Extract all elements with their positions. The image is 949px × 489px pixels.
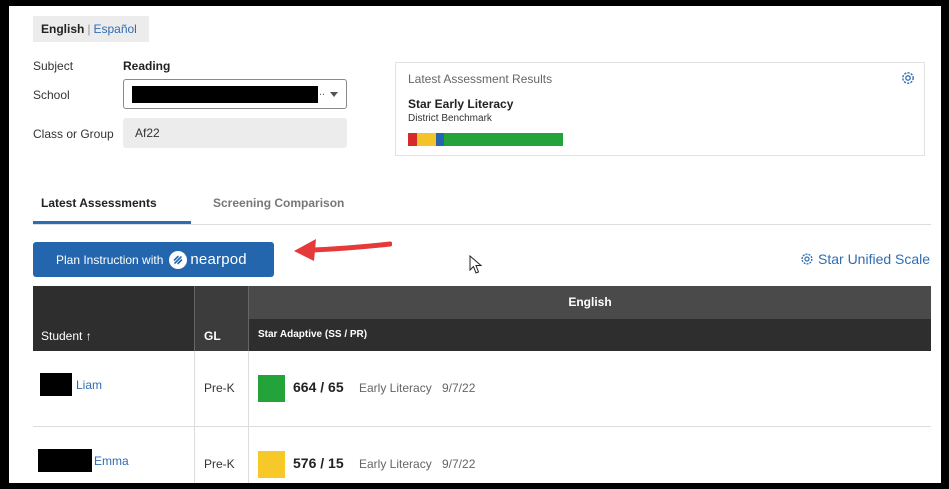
column-gl[interactable]: GL [194,286,248,351]
tab-screening-comparison[interactable]: Screening Comparison [213,196,344,210]
language-spanish[interactable]: Español [93,22,136,36]
benchmark-segment [417,133,436,146]
redacted-last-name [40,373,72,396]
benchmark-label: District Benchmark [408,113,492,124]
sort-up-arrow-icon: ↑ [85,329,92,343]
plan-button-label: Plan Instruction with [56,252,164,267]
column-group-english: English [248,286,931,319]
benchmark-segment [435,133,444,146]
school-select[interactable]: .. [123,79,347,109]
score-cell: 576 / 15 Early Literacy 9/7/22 [248,427,931,483]
nearpod-logo: nearpod [169,250,247,269]
latest-results-card: Latest Assessment Results Star Early Lit… [395,62,925,156]
class-field: Af22 [123,118,347,148]
score-value[interactable]: 576 / 15 [293,455,344,471]
grade-level-cell: Pre-K [194,351,248,426]
redacted-school-name [132,86,318,103]
class-label: Class or Group [33,127,114,141]
score-color-swatch [258,375,285,402]
grade-level: Pre-K [204,381,235,395]
score-cell: 664 / 65 Early Literacy 9/7/22 [248,351,931,426]
scale-link-label: Star Unified Scale [818,251,931,267]
table-row: Liam Pre-K 664 / 65 Early Literacy 9/7/2… [33,351,931,427]
subject-label: Subject [33,59,74,73]
subject-value: Reading [123,59,171,73]
nearpod-logo-text: nearpod [190,251,247,268]
student-cell: Emma [33,427,194,483]
app-frame: English | Español Subject Reading School .… [9,6,941,483]
score-color-swatch [258,451,285,478]
tab-latest-assessments[interactable]: Latest Assessments [41,196,157,210]
test-date: 9/7/22 [442,381,476,395]
language-toggle: English | Español [33,16,149,42]
student-name-link[interactable]: Emma [94,454,129,468]
column-student[interactable]: Student ↑ [33,286,194,351]
school-ellipsis: .. [319,86,326,98]
annotation-arrow-icon [294,239,392,261]
assessment-name: Star Early Literacy [408,97,514,111]
column-student-label: Student [41,329,83,343]
mouse-cursor-icon [469,255,483,274]
nearpod-logo-icon [169,250,188,269]
school-label: School [33,88,70,102]
language-separator: | [87,22,91,36]
table-header: Student ↑ GL English Star Adaptive (SS /… [33,286,931,351]
students-table: Student ↑ GL English Star Adaptive (SS /… [33,286,931,483]
chevron-down-icon [330,92,338,97]
redacted-last-name [38,449,92,472]
score-value[interactable]: 664 / 65 [293,379,344,395]
test-date: 9/7/22 [442,457,476,471]
student-name-link[interactable]: Liam [76,378,102,392]
column-star-adaptive[interactable]: Star Adaptive (SS / PR) [248,319,931,351]
grade-level-cell: Pre-K [194,427,248,483]
grade-level: Pre-K [204,457,235,471]
benchmark-segment [443,133,563,146]
student-cell: Liam [33,351,194,426]
star-unified-scale-link[interactable]: Star Unified Scale [800,251,930,267]
plan-instruction-button[interactable]: Plan Instruction with nearpod [33,242,274,277]
test-name: Early Literacy [359,457,432,471]
test-name: Early Literacy [359,381,432,395]
benchmark-bar [408,133,563,146]
gear-icon [801,253,813,265]
tab-bar: Latest Assessments Screening Comparison [33,186,931,225]
card-title: Latest Assessment Results [408,72,553,86]
table-row: Emma Pre-K 576 / 15 Early Literacy 9/7/2… [33,427,931,483]
language-english[interactable]: English [41,22,84,36]
benchmark-segment [408,133,418,146]
active-tab-indicator [33,221,191,224]
column-gl-label: GL [204,329,221,343]
gear-icon[interactable] [900,70,916,86]
